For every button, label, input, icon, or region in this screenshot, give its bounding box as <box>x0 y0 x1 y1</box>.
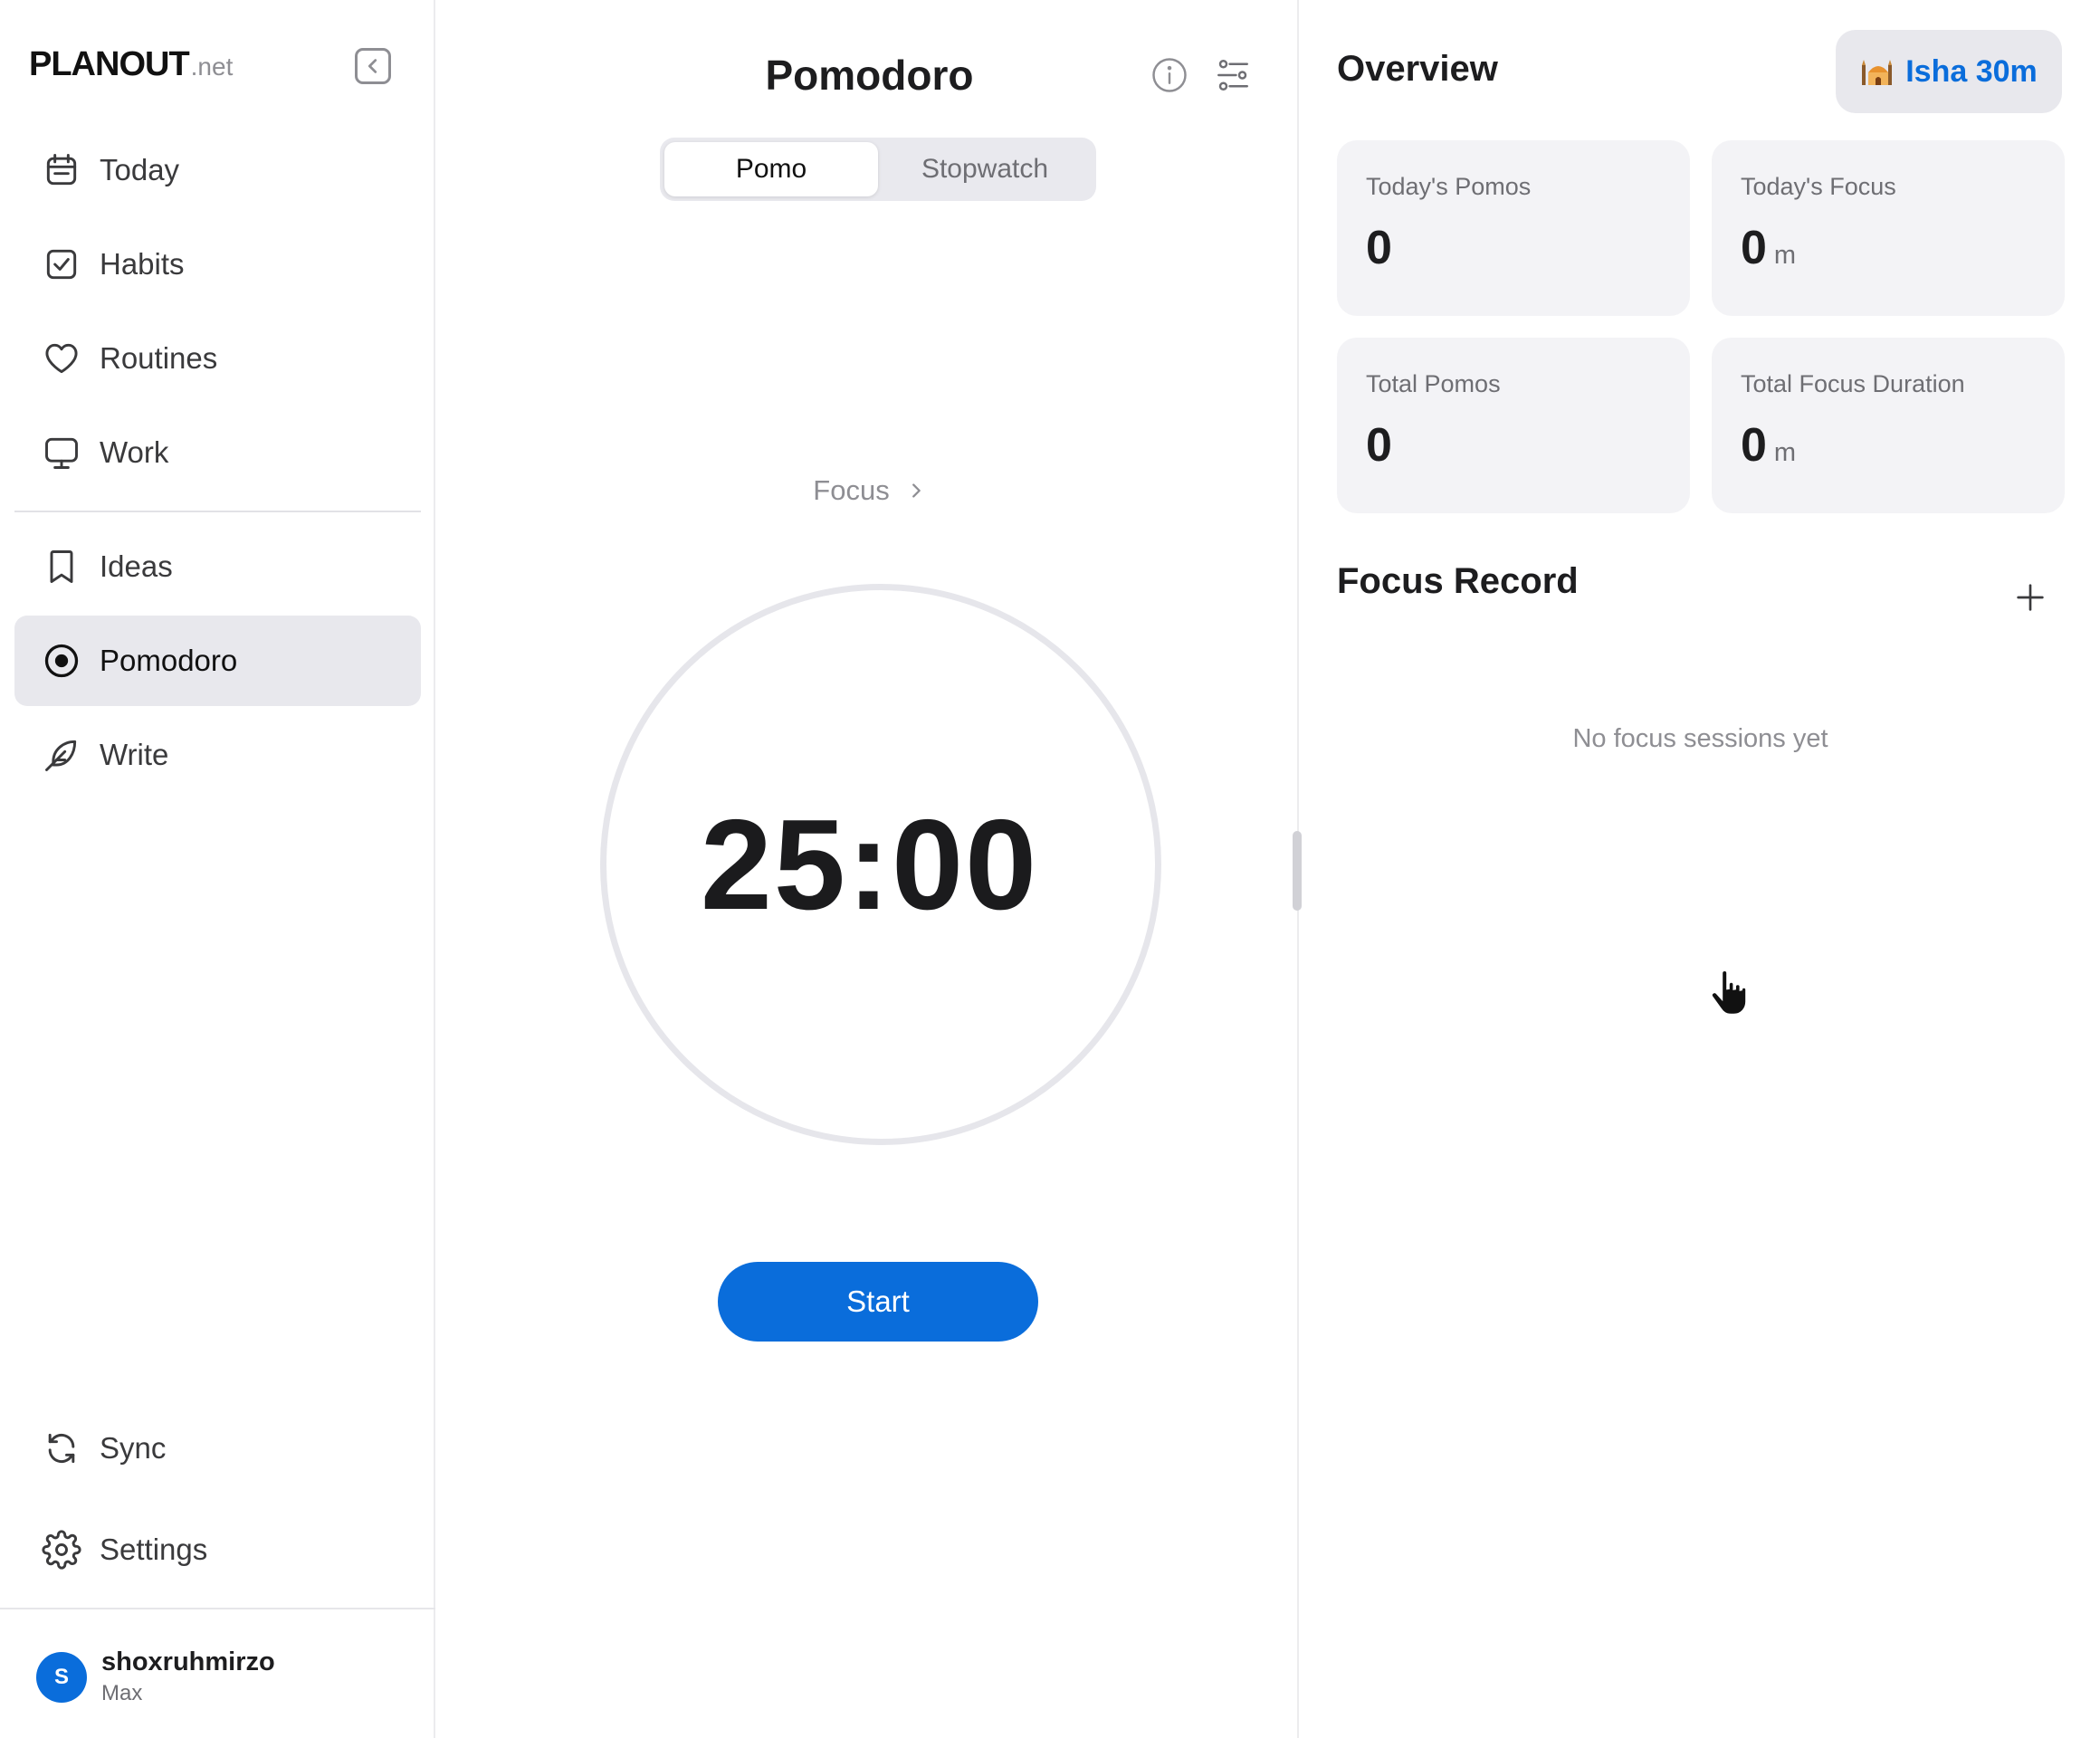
user-plan: Max <box>101 1681 143 1705</box>
stat-value: 0 <box>1366 419 1392 472</box>
prayer-time-button[interactable]: Isha 30m <box>1836 30 2062 113</box>
hand-cursor-icon <box>1710 969 1748 1017</box>
empty-state-text: No focus sessions yet <box>1572 724 1828 753</box>
collapse-sidebar-button[interactable] <box>355 48 391 84</box>
overview-title: Overview <box>1337 49 1498 89</box>
stat-label: Total Focus Duration <box>1741 370 1965 397</box>
brand-suffix: .net <box>190 53 234 81</box>
sliders-icon <box>1217 60 1248 91</box>
start-button[interactable]: Start <box>718 1262 1038 1342</box>
sidebar-item-label: Work <box>100 435 169 469</box>
gear-icon <box>40 1528 83 1571</box>
sidebar-item-sync[interactable]: Sync <box>14 1403 421 1494</box>
sidebar-item-ideas[interactable]: Ideas <box>14 521 421 612</box>
sync-icon <box>40 1427 83 1470</box>
info-icon <box>1152 58 1187 92</box>
stat-label: Today's Focus <box>1741 173 1896 200</box>
stat-label: Today's Pomos <box>1366 173 1532 200</box>
mode-segmented-control: Pomo Stopwatch <box>660 138 1096 201</box>
sidebar-item-pomodoro[interactable]: Pomodoro <box>14 616 421 706</box>
sidebar-item-label: Settings <box>100 1533 208 1566</box>
stat-value: 0 <box>1741 222 1767 274</box>
pomodoro-panel: Pomodoro Pomo Stopwatch Focus 25:00 Star… <box>437 0 1302 1738</box>
timer-display: 25:00 <box>700 793 1039 937</box>
brand-logo[interactable]: PLANOUT .net <box>29 45 233 87</box>
sidebar-item-label: Write <box>100 738 169 771</box>
heart-icon <box>40 337 83 380</box>
focus-record-title: Focus Record <box>1337 561 1579 601</box>
sidebar-item-write[interactable]: Write <box>14 710 421 800</box>
stat-label: Total Pomos <box>1366 370 1501 397</box>
stat-card-total-focus-duration: Total Focus Duration 0 m <box>1712 338 2065 513</box>
plus-icon <box>2017 584 2044 611</box>
chevron-left-icon <box>368 59 377 73</box>
sidebar-item-routines[interactable]: Routines <box>14 313 421 404</box>
sidebar-item-habits[interactable]: Habits <box>14 219 421 310</box>
tab-stopwatch[interactable]: Stopwatch <box>878 142 1092 196</box>
stat-card-total-pomos: Total Pomos 0 <box>1337 338 1690 513</box>
brand-name: PLANOUT <box>29 45 190 83</box>
sidebar-item-label: Pomodoro <box>100 644 238 677</box>
stat-unit: m <box>1773 241 1797 270</box>
sidebar-item-label: Ideas <box>100 549 173 583</box>
sidebar-item-settings[interactable]: Settings <box>14 1504 421 1595</box>
sidebar-item-work[interactable]: Work <box>14 407 421 498</box>
sidebar-item-label: Today <box>100 153 180 186</box>
monitor-icon <box>40 431 83 474</box>
sidebar-item-label: Habits <box>100 247 185 281</box>
stat-card-todays-focus: Today's Focus 0 m <box>1712 140 2065 316</box>
avatar: S <box>36 1651 87 1703</box>
feather-icon <box>40 733 83 777</box>
focus-mode-selector[interactable]: Focus <box>437 474 1302 507</box>
stat-value: 0 <box>1366 222 1392 274</box>
sidebar: PLANOUT .net Today Habits Routines Work <box>0 0 435 1738</box>
sidebar-item-label: Sync <box>100 1431 167 1465</box>
stat-unit: m <box>1773 438 1797 467</box>
stat-card-todays-pomos: Today's Pomos 0 <box>1337 140 1690 316</box>
sidebar-item-today[interactable]: Today <box>14 125 421 215</box>
settings-sliders-button[interactable] <box>1214 56 1252 94</box>
overview-panel: Overview Isha 30m Today's Pomos 0 Today'… <box>1301 0 2100 1738</box>
chevron-right-icon <box>912 483 921 498</box>
info-button[interactable] <box>1150 56 1188 94</box>
user-profile[interactable]: S shoxruhmirzo Max <box>36 1647 275 1706</box>
add-focus-record-button[interactable] <box>2012 579 2048 616</box>
mosque-icon <box>1862 60 1893 85</box>
sidebar-divider <box>14 511 421 512</box>
calendar-icon <box>40 148 83 192</box>
focus-mode-label: Focus <box>813 474 890 506</box>
bookmark-icon <box>40 545 83 588</box>
tab-pomo[interactable]: Pomo <box>664 142 878 196</box>
prayer-time-label: Isha 30m <box>1905 53 2038 89</box>
user-name: shoxruhmirzo <box>101 1647 275 1676</box>
checkbox-icon <box>40 243 83 286</box>
stat-value: 0 <box>1741 419 1767 472</box>
target-icon <box>40 639 83 683</box>
sidebar-item-label: Routines <box>100 341 218 375</box>
sidebar-bottom-divider <box>0 1608 435 1609</box>
